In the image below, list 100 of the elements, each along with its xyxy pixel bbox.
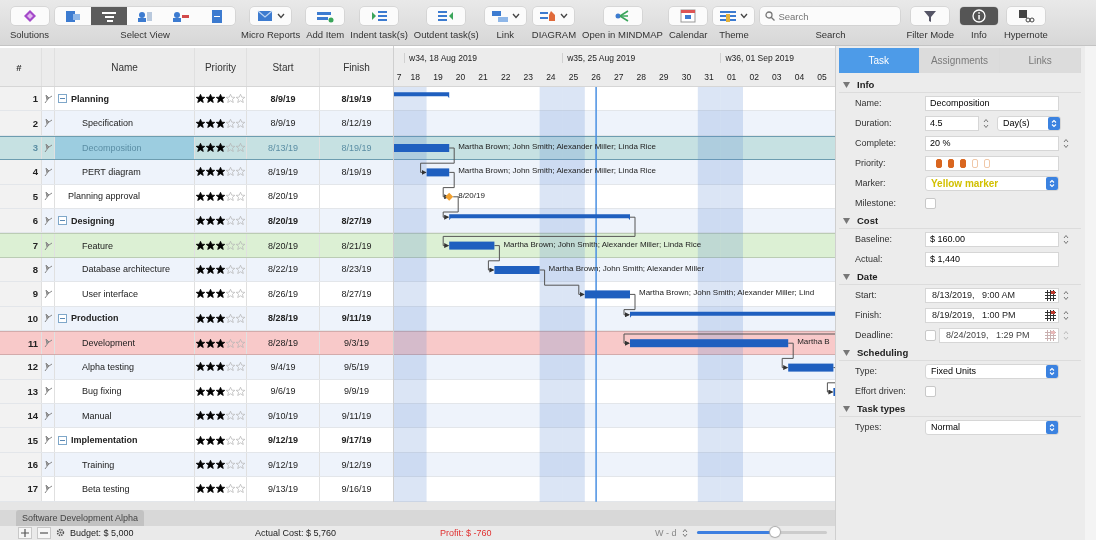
disclosure-triangle-icon[interactable]: [843, 349, 850, 356]
summary-bar[interactable]: [630, 311, 835, 318]
calendar-grid-icon[interactable]: [1045, 289, 1056, 301]
table-row[interactable]: 1 Planning 8/9/19 8/19/19: [0, 87, 393, 112]
sheet-tab[interactable]: Software Development Alpha: [16, 509, 145, 526]
table-row[interactable]: 13 Bug fixing 9/6/19 9/9/19: [0, 379, 393, 405]
table-row[interactable]: 8 Database architecture 8/22/19 8/23/19: [0, 257, 393, 283]
stepper-icon[interactable]: [1063, 289, 1069, 301]
toolbar-button[interactable]: [306, 7, 345, 25]
table-row[interactable]: 7 Feature 8/20/19 8/21/19: [0, 233, 393, 258]
stepper-icon[interactable]: [983, 117, 989, 129]
disclosure-triangle-icon[interactable]: [843, 405, 850, 412]
unit-dropdown[interactable]: Day(s): [997, 115, 1061, 131]
task-bar[interactable]: [584, 290, 630, 299]
pin-icon: [43, 215, 53, 226]
toolbar-button[interactable]: [1006, 7, 1045, 25]
collapse-toggle[interactable]: [58, 313, 67, 323]
toolbar-button[interactable]: [959, 7, 998, 25]
table-row[interactable]: 15 Implementation 9/12/19 9/17/19: [0, 428, 393, 453]
day-label: 23: [523, 71, 533, 82]
toolbar-button[interactable]: [669, 7, 708, 25]
toolbar-button[interactable]: [484, 7, 526, 25]
pin-icon: [43, 191, 53, 202]
summary-bar[interactable]: [394, 92, 450, 99]
field-label: Deadline:: [855, 330, 895, 340]
task-bar[interactable]: [630, 339, 789, 348]
field-label: Finish:: [855, 310, 883, 320]
collapse-toggle[interactable]: [58, 94, 67, 104]
table-row[interactable]: 6 Designing 8/20/19 8/27/19: [0, 208, 393, 234]
task-bar[interactable]: [788, 363, 834, 372]
field-label: Duration:: [855, 118, 893, 128]
collapse-toggle[interactable]: [58, 216, 67, 226]
star-icon: [236, 241, 245, 251]
table-row[interactable]: 9 User interface 8/26/19 8/27/19: [0, 282, 393, 307]
add-button[interactable]: [18, 526, 32, 539]
disclosure-triangle-icon[interactable]: [843, 217, 850, 224]
stepper-icon[interactable]: [681, 527, 688, 538]
table-row[interactable]: 4 PERT diagram 8/19/19 8/19/19: [0, 160, 393, 185]
search-field[interactable]: Search: [760, 7, 901, 25]
star-icon: [216, 362, 225, 372]
task-bar[interactable]: [449, 241, 495, 250]
table-row[interactable]: 10 Production 8/28/19 9/11/19: [0, 306, 393, 331]
stepper-icon[interactable]: [1063, 137, 1069, 149]
star-icon: [226, 435, 235, 445]
milestone-diamond[interactable]: [445, 192, 454, 201]
star-icon: [226, 313, 235, 323]
star-icon: [236, 362, 245, 372]
toolbar-button[interactable]: [533, 7, 575, 25]
dropdown[interactable]: Fixed Units: [925, 363, 1059, 379]
field-label: Milestone:: [855, 198, 898, 208]
toolbar-button[interactable]: [250, 7, 292, 25]
column-header[interactable]: #: [0, 48, 42, 86]
table-row[interactable]: 14 Manual 9/10/19 9/11/19: [0, 404, 393, 429]
calendar-grid-icon[interactable]: [1045, 309, 1056, 321]
task-bar[interactable]: [494, 266, 540, 274]
toolbar-button[interactable]: [360, 7, 399, 25]
text-field[interactable]: 4.5: [925, 115, 979, 131]
table-row[interactable]: 16 Training 9/12/19 9/12/19: [0, 452, 393, 478]
table-row[interactable]: 17 Beta testing 9/13/19 9/16/19: [0, 477, 393, 502]
slider-thumb[interactable]: [769, 527, 780, 538]
text-field[interactable]: Decomposition: [925, 95, 1059, 111]
view-button[interactable]: [91, 7, 128, 25]
collapse-toggle[interactable]: [58, 435, 67, 445]
remove-button[interactable]: [37, 526, 51, 539]
dropdown[interactable]: Normal: [925, 419, 1059, 435]
text-field[interactable]: 20 %: [925, 135, 1059, 151]
table-row[interactable]: 12 Alpha testing 9/4/19 9/5/19: [0, 355, 393, 380]
row-number: 17: [0, 477, 42, 501]
stepper-icon[interactable]: [1063, 309, 1069, 321]
table-row[interactable]: 5 Planning approval 8/20/19: [0, 184, 393, 209]
toolbar-button[interactable]: [10, 7, 49, 25]
column-header[interactable]: Start: [247, 48, 320, 86]
star-icon: [206, 313, 215, 323]
star-icon: [216, 435, 225, 445]
toolbar-button[interactable]: [427, 7, 466, 25]
day-label: 25: [568, 71, 579, 82]
day-label: 24: [546, 71, 556, 82]
date-field[interactable]: 8/19/2019, 1:00 PM: [925, 307, 1059, 323]
summary-bar[interactable]: [449, 214, 630, 221]
toolbar-button[interactable]: [713, 7, 755, 25]
text-field[interactable]: $ 160.00: [925, 231, 1059, 247]
column-header[interactable]: Priority: [195, 48, 247, 86]
toolbar-button[interactable]: [911, 7, 950, 25]
finish-date: 8/27/19: [341, 215, 372, 226]
checkbox[interactable]: [925, 385, 936, 397]
row-number: 16: [0, 452, 42, 477]
stepper-icon[interactable]: [1063, 233, 1069, 245]
priority-field[interactable]: [925, 155, 1059, 171]
disclosure-triangle-icon[interactable]: [843, 81, 850, 88]
task-bar[interactable]: [426, 168, 450, 177]
column-header[interactable]: Finish: [320, 48, 393, 86]
gear-icon[interactable]: [56, 528, 65, 538]
column-header[interactable]: Name: [55, 48, 195, 86]
table-row[interactable]: 2 Specification 8/9/19 8/12/19: [0, 111, 393, 136]
start-date: 8/9/19: [247, 87, 320, 111]
checkbox[interactable]: [925, 197, 936, 209]
disclosure-triangle-icon[interactable]: [843, 273, 850, 280]
text-field[interactable]: $ 1,440: [925, 251, 1059, 267]
date-field[interactable]: 8/13/2019, 9:00 AM: [925, 287, 1059, 303]
table-row[interactable]: 11 Development 8/28/19 9/3/19: [0, 330, 393, 356]
